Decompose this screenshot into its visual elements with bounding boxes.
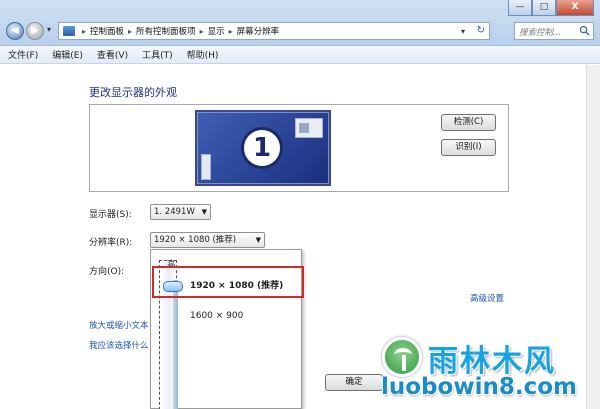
window-controls: — □ X bbox=[508, 0, 594, 16]
detect-button[interactable]: 检测(C) bbox=[441, 114, 496, 131]
monitor-1[interactable]: 1 bbox=[195, 110, 331, 186]
address-dropdown-icon[interactable]: ▾ bbox=[461, 27, 465, 36]
menu-bar: 文件(F) 编辑(E) 查看(V) 工具(T) 帮助(H) bbox=[0, 46, 600, 64]
gadget-thumbnail-icon bbox=[201, 154, 211, 180]
identify-button[interactable]: 识别(I) bbox=[441, 139, 496, 156]
display-value: 1. 2491W bbox=[154, 207, 195, 217]
back-arrow-icon[interactable]: ◀ bbox=[6, 22, 24, 40]
option-1600x900[interactable]: 1600 × 900 bbox=[190, 311, 243, 321]
title-bar: — □ X ◀ ▶ ▾ ▸ 控制面板 ▸ 所有控制面板项 ▸ 显示 ▸ 屏幕分辨… bbox=[0, 0, 600, 46]
close-button[interactable]: X bbox=[556, 0, 594, 16]
breadcrumb-control-panel[interactable]: 控制面板 bbox=[90, 25, 124, 37]
watermark-url: luobowin8.com bbox=[381, 374, 577, 400]
orientation-label: 方向(O): bbox=[89, 267, 125, 277]
resolution-label: 分辨率(R): bbox=[89, 238, 133, 248]
breadcrumb-display[interactable]: 显示 bbox=[208, 25, 225, 37]
forward-arrow-icon[interactable]: ▶ bbox=[26, 22, 44, 40]
resolution-value: 1920 × 1080 (推荐) bbox=[154, 235, 237, 245]
monitor-number: 1 bbox=[241, 127, 283, 169]
advanced-settings-link[interactable]: 高级设置 bbox=[470, 292, 504, 304]
scrollbar[interactable] bbox=[586, 65, 600, 409]
menu-file[interactable]: 文件(F) bbox=[8, 48, 38, 61]
chevron-down-icon: ▼ bbox=[201, 208, 207, 216]
breadcrumb-separator[interactable]: ▸ bbox=[200, 27, 204, 36]
breadcrumb-separator[interactable]: ▸ bbox=[128, 27, 132, 36]
menu-help[interactable]: 帮助(H) bbox=[187, 48, 219, 61]
page-title: 更改显示器的外观 bbox=[89, 86, 177, 99]
breadcrumb-all-items[interactable]: 所有控制面板项 bbox=[136, 25, 196, 37]
help-choose-link[interactable]: 我应该选择什么 bbox=[89, 339, 149, 351]
breadcrumb-screen-resolution[interactable]: 屏幕分辨率 bbox=[237, 25, 280, 37]
ok-button[interactable]: 确定 bbox=[325, 374, 383, 391]
window-thumbnail-icon bbox=[295, 118, 323, 138]
breadcrumb-separator[interactable]: ▸ bbox=[229, 27, 233, 36]
search-icon[interactable] bbox=[579, 25, 590, 36]
display-label: 显示器(S): bbox=[89, 210, 132, 220]
maximize-button[interactable]: □ bbox=[532, 0, 556, 16]
zoom-text-link[interactable]: 放大或缩小文本 bbox=[89, 319, 149, 331]
menu-tools[interactable]: 工具(T) bbox=[142, 48, 173, 61]
address-bar[interactable]: ▸ 控制面板 ▸ 所有控制面板项 ▸ 显示 ▸ 屏幕分辨率 ▾ ↻ bbox=[58, 22, 490, 40]
control-panel-icon bbox=[63, 26, 75, 36]
breadcrumb-separator[interactable]: ▸ bbox=[82, 27, 86, 36]
menu-view[interactable]: 查看(V) bbox=[97, 48, 128, 61]
menu-edit[interactable]: 编辑(E) bbox=[52, 48, 83, 61]
resolution-select[interactable]: 1920 × 1080 (推荐) ▼ bbox=[150, 232, 265, 248]
option-1920x1080[interactable]: 1920 × 1080 (推荐) bbox=[190, 278, 283, 291]
refresh-icon[interactable]: ↻ bbox=[477, 25, 485, 36]
display-select[interactable]: 1. 2491W ▼ bbox=[150, 204, 211, 220]
chevron-down-icon: ▼ bbox=[255, 236, 261, 244]
minimize-button[interactable]: — bbox=[508, 0, 532, 16]
history-dropdown-icon[interactable]: ▾ bbox=[47, 25, 51, 34]
watermark-logo-icon bbox=[382, 337, 422, 377]
slider-rail bbox=[173, 280, 178, 409]
search-input[interactable]: 搜索控制... bbox=[514, 22, 594, 40]
search-placeholder: 搜索控制... bbox=[519, 28, 562, 38]
